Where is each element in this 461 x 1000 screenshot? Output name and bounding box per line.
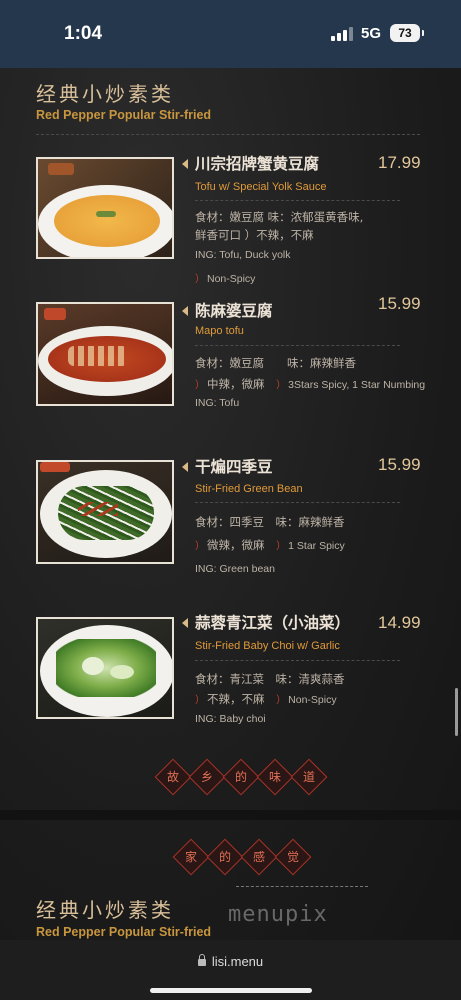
item-divider — [195, 502, 400, 503]
spice-marker-icon: ） — [195, 541, 205, 552]
seal-char: 觉 — [286, 850, 299, 864]
baby-choi-photo — [36, 617, 174, 719]
item-price: 17.99 — [378, 153, 421, 172]
cellular-signal-icon — [331, 27, 353, 41]
tofu-yolk-soup-photo — [36, 157, 174, 259]
item-spice-zh: 中辣，微麻 — [207, 377, 265, 391]
section-title-zh: 经典小炒素类 — [36, 898, 174, 922]
item-name-en: Stir-Fried Baby Choi w/ Garlic — [195, 640, 340, 652]
item-ing-en: ING: Green bean — [195, 563, 275, 575]
spice-marker-icon: ） — [195, 695, 205, 706]
item-marker-icon — [182, 462, 188, 472]
item-flavor: 鲜香可口 ）不辣，不麻 — [195, 228, 314, 242]
section-title-zh: 经典小炒素类 — [36, 82, 174, 106]
lock-icon — [197, 954, 206, 966]
browser-url-bar[interactable]: lisi.menu — [0, 940, 461, 1000]
item-spice: ）微辣，微麻 ） 1 Star Spicy — [195, 537, 345, 553]
item-spice-zh: 微辣，微麻 — [207, 538, 265, 552]
menupix-watermark: menupix — [228, 902, 328, 927]
seal-char: 的 — [234, 770, 247, 784]
item-spice: ）中辣，微麻 ） 3Stars Spicy, 1 Star Numbing — [195, 376, 425, 392]
item-name-en: Stir-Fried Green Bean — [195, 483, 303, 495]
decorative-seal-row: 家 的 感 觉 — [172, 838, 312, 876]
item-price: 15.99 — [378, 294, 421, 313]
item-spice: ） Non-Spicy — [195, 270, 255, 285]
item-ingredients: 食材：四季豆 味：麻辣鲜香 — [195, 515, 345, 529]
seal-char: 道 — [302, 770, 315, 784]
url-text: lisi.menu — [211, 954, 264, 969]
spice-marker-icon: ） — [195, 274, 205, 285]
decorative-seal-row: 故 乡 的 味 道 — [154, 758, 328, 796]
divider — [36, 134, 420, 135]
item-spice-en: Non-Spicy — [288, 694, 337, 706]
green-bean-photo — [36, 460, 174, 564]
url-display[interactable]: lisi.menu — [0, 954, 461, 969]
seal-char: 味 — [268, 770, 281, 784]
section-title-en: Red Pepper Popular Stir-fried — [36, 108, 212, 122]
item-name-zh: 陈麻婆豆腐 — [195, 302, 273, 320]
menu-image[interactable]: 经典小炒素类 Red Pepper Popular Stir-fried 川宗招… — [0, 68, 461, 940]
seal-char: 的 — [218, 850, 231, 864]
seal-char: 感 — [252, 850, 265, 864]
item-spice-text: Non-Spicy — [207, 273, 256, 285]
item-name-zh: 干煸四季豆 — [195, 458, 273, 476]
mapo-tofu-photo — [36, 302, 174, 406]
seal-char: 家 — [184, 850, 197, 864]
item-ingredients: 食材：青江菜 味：清爽蒜香 — [195, 672, 345, 686]
page-separator — [0, 810, 461, 820]
spice-marker-icon: ） — [276, 380, 287, 391]
item-ing-en: ING: Tofu, Duck yolk — [195, 249, 291, 261]
item-ing-en: ING: Baby choi — [195, 713, 266, 725]
item-spice-zh: 不辣，不麻 — [207, 692, 265, 706]
item-spice: ）不辣，不麻 ） Non-Spicy — [195, 691, 337, 707]
spice-marker-icon: ） — [276, 695, 287, 706]
item-divider — [195, 660, 400, 661]
seal-char: 故 — [166, 770, 179, 784]
item-marker-icon — [182, 306, 188, 316]
status-time: 1:04 — [64, 23, 103, 44]
status-bar: 1:04 5G 73 — [0, 0, 461, 68]
item-divider — [195, 200, 400, 201]
battery-level: 73 — [398, 26, 412, 40]
item-marker-icon — [182, 618, 188, 628]
network-type: 5G — [361, 25, 382, 42]
seal-char: 乡 — [200, 770, 213, 784]
item-marker-icon — [182, 159, 188, 169]
item-price: 14.99 — [378, 613, 421, 632]
battery-icon: 73 — [390, 24, 424, 42]
item-spice-en: 1 Star Spicy — [288, 540, 345, 552]
item-spice-en: 3Stars Spicy, 1 Star Numbing — [288, 379, 426, 391]
section-title-en: Red Pepper Popular Stir-fried — [36, 925, 212, 939]
item-name-en: Tofu w/ Special Yolk Sauce — [195, 181, 327, 193]
item-price: 15.99 — [378, 455, 421, 474]
item-divider — [195, 345, 400, 346]
scrollbar-thumb[interactable] — [455, 688, 458, 736]
item-name-zh: 川宗招牌蟹黄豆腐 — [195, 155, 320, 173]
item-ingredients: 食材：嫩豆腐 味：浓郁蛋黄香味, — [195, 210, 364, 224]
item-name-en: Mapo tofu — [195, 325, 244, 337]
item-name-zh: 蒜蓉青江菜（小油菜） — [195, 614, 351, 632]
spice-marker-icon: ） — [276, 541, 287, 552]
item-ing-en: ING: Tofu — [195, 397, 240, 409]
home-indicator[interactable] — [150, 988, 312, 993]
item-ingredients: 食材：嫩豆腐 味：麻辣鲜香 — [195, 356, 356, 370]
divider — [236, 886, 368, 887]
spice-marker-icon: ） — [195, 380, 205, 391]
